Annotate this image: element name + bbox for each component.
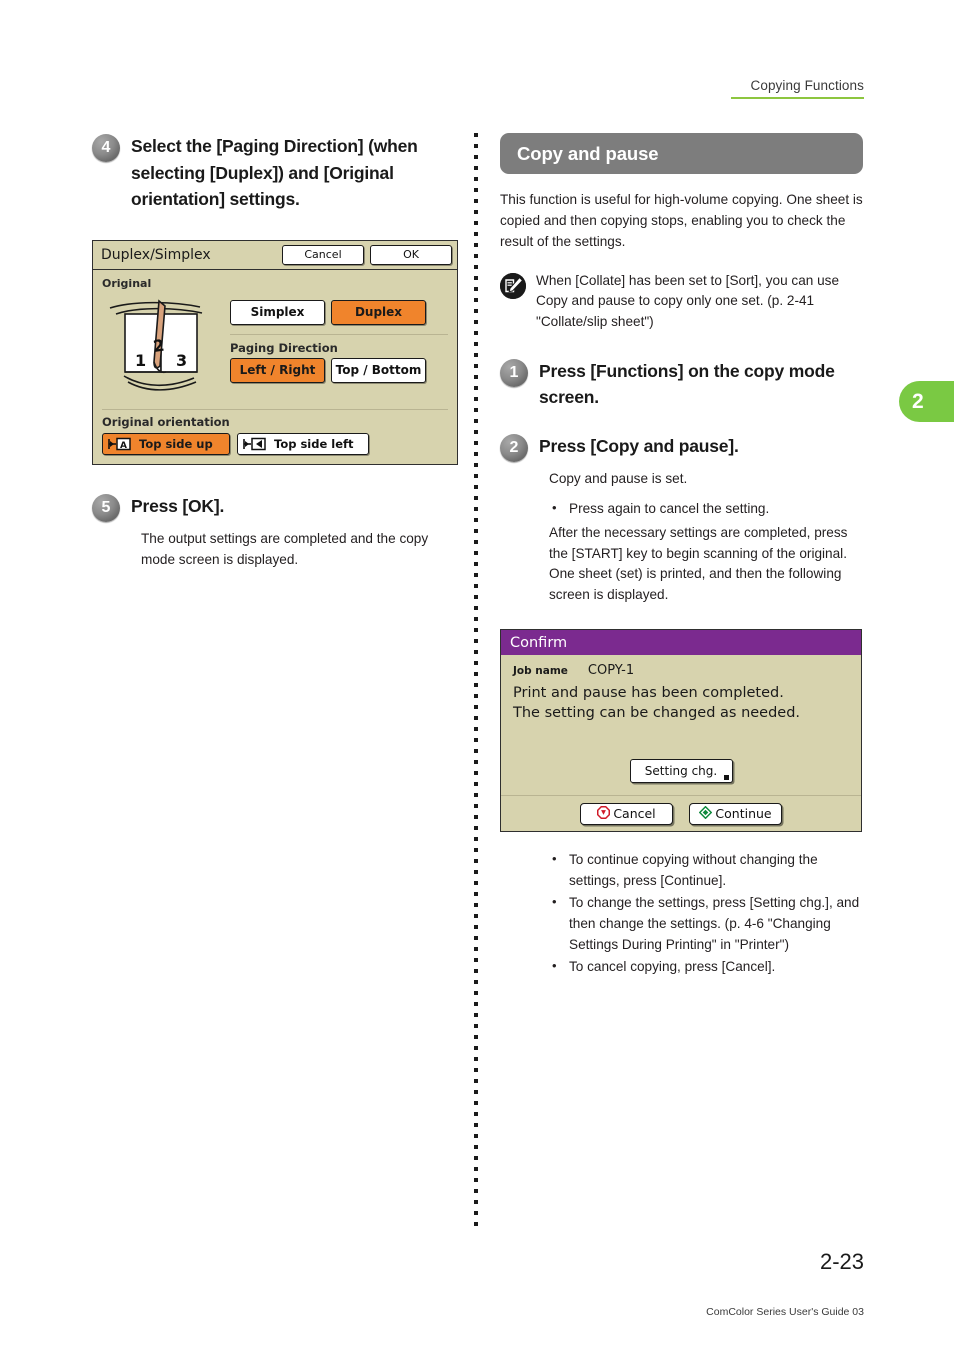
svg-text:1: 1	[135, 351, 146, 370]
duplex-panel-title: Duplex/Simplex	[101, 246, 211, 263]
step-5: 5 Press [OK].	[92, 493, 460, 522]
list-item: To change the settings, press [Setting c…	[549, 892, 866, 956]
duplex-panel-titlebar: Duplex/Simplex Cancel OK	[93, 241, 457, 270]
step-2-body-text-2: After the necessary settings are complet…	[549, 524, 848, 603]
original-orientation-label: Original orientation	[102, 414, 230, 429]
running-header-title: Copying Functions	[750, 78, 864, 93]
chapter-tab: 2	[899, 381, 954, 422]
section-banner: Copy and pause	[500, 133, 863, 174]
final-bullets: To continue copying without changing the…	[549, 849, 866, 978]
confirm-titlebar: Confirm	[501, 630, 861, 656]
ok-button[interactable]: OK	[370, 244, 452, 265]
step-5-badge: 5	[92, 493, 120, 522]
svg-text:A: A	[120, 441, 127, 451]
top-side-up-button[interactable]: A Top side up	[102, 432, 230, 455]
svg-text:3: 3	[176, 351, 187, 370]
confirm-continue-button[interactable]: Continue	[689, 802, 782, 825]
duplex-page-turn-illustration: 1 2 3	[102, 292, 224, 396]
page-number: 2-23	[819, 1249, 864, 1274]
running-header-rule	[731, 97, 864, 99]
controls-divider	[230, 333, 448, 335]
paging-direction-label: Paging Direction	[230, 340, 338, 355]
confirm-message-line-1: Print and pause has been completed.	[513, 685, 784, 702]
running-header: Copying Functions	[731, 78, 864, 99]
step-2-bullets: Press again to cancel the setting.	[549, 498, 866, 520]
confirm-body: Job name COPY-1 Print and pause has been…	[501, 655, 861, 795]
simplex-button[interactable]: Simplex	[230, 299, 325, 325]
step-5-body-text: The output settings are completed and th…	[141, 530, 429, 567]
top-side-left-button[interactable]: Top side left	[237, 432, 369, 455]
confirm-cancel-button[interactable]: Cancel	[580, 802, 673, 825]
duplex-button[interactable]: Duplex	[331, 299, 426, 325]
duplex-simplex-panel: Duplex/Simplex Cancel OK Original 1 2 3 …	[92, 239, 458, 465]
column-divider	[474, 133, 478, 1233]
top-side-left-label: Top side left	[274, 436, 354, 451]
section-title: Copy and pause	[517, 142, 659, 164]
job-name-label: Job name	[513, 665, 568, 678]
confirm-cancel-label: Cancel	[613, 806, 656, 822]
stop-octagon-icon	[597, 805, 611, 822]
cancel-button[interactable]: Cancel	[282, 244, 364, 265]
submenu-indicator-icon	[723, 775, 729, 781]
left-column: 4 Select the [Paging Direction] (when se…	[92, 133, 460, 571]
confirm-footer: Cancel Continue	[501, 795, 861, 831]
original-label: Original	[102, 276, 152, 290]
step-5-title: Press [OK].	[131, 495, 225, 516]
right-column: Copy and pause This function is useful f…	[500, 133, 866, 979]
confirm-continue-label: Continue	[715, 806, 772, 822]
confirm-title: Confirm	[510, 634, 568, 651]
note-text: When [Collate] has been set to [Sort], y…	[536, 272, 840, 329]
job-name-value: COPY-1	[587, 663, 635, 679]
step-4-title: Select the [Paging Direction] (when sele…	[131, 136, 418, 210]
confirm-dialog: Confirm Job name COPY-1 Print and pause …	[500, 629, 862, 833]
list-item: Press again to cancel the setting.	[549, 498, 866, 520]
list-item: To continue copying without changing the…	[549, 849, 866, 892]
step-2-body: Copy and pause is set. Press again to ca…	[549, 469, 866, 607]
step-1: 1 Press [Functions] on the copy mode scr…	[500, 358, 866, 411]
guide-footer-text: ComColor Series User's Guide 03	[706, 1306, 864, 1318]
job-name-row: Job name COPY-1	[513, 663, 849, 678]
step-2: 2 Press [Copy and pause].	[500, 433, 866, 462]
top-side-up-label: Top side up	[139, 436, 213, 451]
section-intro: This function is useful for high-volume …	[500, 192, 863, 250]
step-5-body: The output settings are completed and th…	[141, 529, 460, 571]
orientation-area: Original orientation A Top side up Top s…	[93, 410, 457, 464]
setting-chg-button[interactable]: Setting chg.	[629, 759, 733, 784]
memo-pencil-icon	[500, 272, 526, 299]
step-4: 4 Select the [Paging Direction] (when se…	[92, 133, 460, 213]
chapter-tab-number: 2	[912, 389, 924, 413]
confirm-message-line-2: The setting can be changed as needed.	[513, 704, 801, 721]
left-right-button[interactable]: Left / Right	[230, 357, 325, 383]
step-1-title: Press [Functions] on the copy mode scree…	[539, 360, 835, 408]
step-1-badge: 1	[500, 358, 528, 387]
step-2-body-text-1: Copy and pause is set.	[549, 470, 688, 486]
list-item: To cancel copying, press [Cancel].	[549, 956, 866, 978]
top-side-up-icon: A	[107, 437, 133, 451]
step-2-title: Press [Copy and pause].	[539, 435, 739, 456]
top-bottom-button[interactable]: Top / Bottom	[331, 357, 426, 383]
green-diamond-icon	[699, 805, 713, 822]
top-side-left-icon	[242, 437, 268, 451]
duplex-controls: Simplex Duplex Paging Direction Left / R…	[230, 292, 448, 396]
step-2-badge: 2	[500, 433, 528, 462]
note-block: When [Collate] has been set to [Sort], y…	[500, 271, 866, 333]
setting-chg-label: Setting chg.	[644, 764, 718, 779]
duplex-panel-body: Original 1 2 3 Simplex Duplex Paging Dir…	[93, 270, 457, 396]
step-4-badge: 4	[92, 134, 120, 162]
